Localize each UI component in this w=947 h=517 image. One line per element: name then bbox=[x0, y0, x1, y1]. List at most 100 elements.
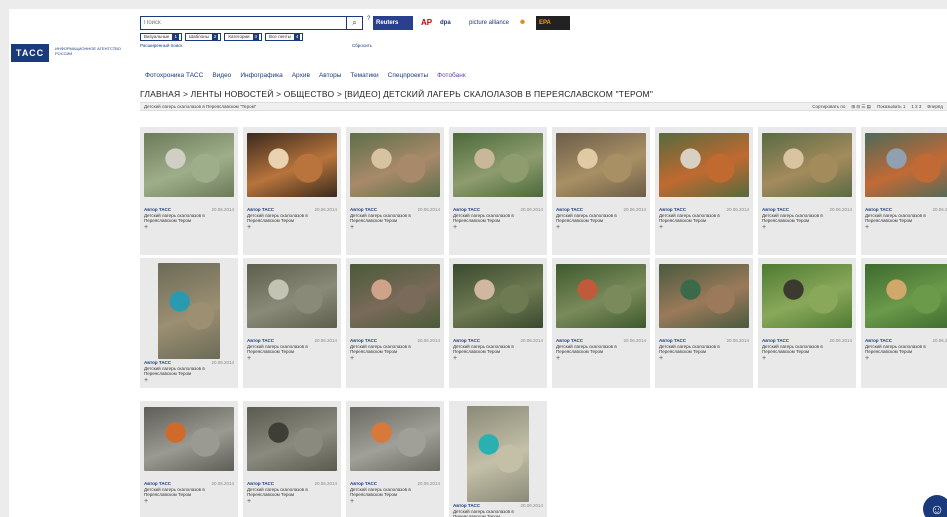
photo-card[interactable]: Автор ТАСС 20.06.2014 Детский лагерь скало… bbox=[243, 258, 341, 388]
add-to-lightbox-icon[interactable]: + bbox=[247, 355, 337, 361]
nav-item-authors[interactable]: Авторы bbox=[319, 72, 341, 79]
photo-author[interactable]: Автор ТАСС bbox=[247, 338, 274, 344]
per-page-select[interactable]: Показывать 1 bbox=[877, 104, 905, 110]
chat-icon[interactable]: ☺ bbox=[923, 495, 947, 517]
add-to-lightbox-icon[interactable]: + bbox=[350, 224, 440, 230]
photo-thumbnail[interactable] bbox=[865, 264, 947, 328]
filter-feeds[interactable]: Все ленты 4 bbox=[265, 32, 304, 41]
photo-author[interactable]: Автор ТАСС bbox=[247, 207, 274, 213]
view-mode-icons[interactable]: ⊞ ⊟ ☰ ▤ bbox=[851, 104, 871, 110]
add-to-lightbox-icon[interactable]: + bbox=[865, 224, 947, 230]
photo-author[interactable]: Автор ТАСС bbox=[762, 207, 789, 213]
partner-logo-picture-alliance[interactable]: picture alliance bbox=[466, 16, 512, 30]
add-to-lightbox-icon[interactable]: + bbox=[144, 377, 234, 383]
photo-thumbnail[interactable] bbox=[659, 133, 749, 197]
photo-author[interactable]: Автор ТАСС bbox=[350, 207, 377, 213]
add-to-lightbox-icon[interactable]: + bbox=[762, 355, 852, 361]
add-to-lightbox-icon[interactable]: + bbox=[556, 355, 646, 361]
photo-thumbnail[interactable] bbox=[453, 264, 543, 328]
add-to-lightbox-icon[interactable]: + bbox=[453, 224, 543, 230]
add-to-lightbox-icon[interactable]: + bbox=[762, 224, 852, 230]
photo-card[interactable]: Автор ТАСС 20.06.2014 Детский лагерь скало… bbox=[140, 401, 238, 517]
photo-author[interactable]: Автор ТАСС bbox=[144, 207, 171, 213]
photo-thumbnail[interactable] bbox=[350, 407, 440, 471]
photo-thumbnail[interactable] bbox=[467, 406, 529, 502]
photo-thumbnail[interactable] bbox=[247, 133, 337, 197]
photo-author[interactable]: Автор ТАСС bbox=[350, 481, 377, 487]
add-to-lightbox-icon[interactable]: + bbox=[659, 224, 749, 230]
tass-logo[interactable]: ТАСС bbox=[11, 44, 49, 62]
photo-author[interactable]: Автор ТАСС bbox=[453, 503, 480, 509]
photo-thumbnail[interactable] bbox=[556, 133, 646, 197]
add-to-lightbox-icon[interactable]: + bbox=[556, 224, 646, 230]
nav-item-topics[interactable]: Тематики bbox=[350, 72, 378, 79]
reset-filters-link[interactable]: Сбросить bbox=[352, 43, 372, 48]
photo-card[interactable]: Автор ТАСС 20.06.2014 Детский лагерь скало… bbox=[346, 258, 444, 388]
partner-logo-dpa[interactable]: dpa bbox=[437, 16, 461, 30]
photo-author[interactable]: Автор ТАСС bbox=[453, 207, 480, 213]
photo-card[interactable]: Автор ТАСС 20.06.2014 Детский лагерь скало… bbox=[449, 401, 547, 517]
photo-author[interactable]: Автор ТАСС bbox=[659, 207, 686, 213]
photo-author[interactable]: Автор ТАСС bbox=[350, 338, 377, 344]
photo-card[interactable]: Автор ТАСС 20.06.2014 Детский лагерь скало… bbox=[449, 258, 547, 388]
nav-item-specprojects[interactable]: Спецпроекты bbox=[388, 72, 428, 79]
add-to-lightbox-icon[interactable]: + bbox=[865, 355, 947, 361]
add-to-lightbox-icon[interactable]: + bbox=[144, 224, 234, 230]
photo-card[interactable]: Автор ТАСС 20.06.2014 Детский лагерь скало… bbox=[140, 127, 238, 255]
add-to-lightbox-icon[interactable]: + bbox=[350, 498, 440, 504]
photo-thumbnail[interactable] bbox=[144, 407, 234, 471]
partner-logo-epa[interactable]: EPA bbox=[536, 15, 570, 30]
help-icon[interactable]: ? bbox=[367, 16, 370, 22]
nav-item-photochronicle[interactable]: Фотохроника ТАСС bbox=[145, 72, 203, 79]
photo-card[interactable]: Автор ТАСС 20.06.2014 Детский лагерь скало… bbox=[758, 258, 856, 388]
photo-author[interactable]: Автор ТАСС bbox=[762, 338, 789, 344]
filter-templates[interactable]: Шаблоны 2 bbox=[184, 32, 222, 41]
add-to-lightbox-icon[interactable]: + bbox=[247, 498, 337, 504]
photo-card[interactable]: Автор ТАСС 20.06.2014 Детский лагерь скало… bbox=[243, 401, 341, 517]
photo-card[interactable]: Автор ТАСС 20.06.2014 Детский лагерь скало… bbox=[655, 258, 753, 388]
photo-card[interactable]: Автор ТАСС 20.06.2014 Детский лагерь скало… bbox=[758, 127, 856, 255]
search-button[interactable]: ⌕ bbox=[347, 16, 363, 30]
partner-logo-reuters[interactable]: Reuters bbox=[373, 15, 413, 30]
photo-thumbnail[interactable] bbox=[144, 133, 234, 197]
add-to-lightbox-icon[interactable]: + bbox=[659, 355, 749, 361]
breadcrumb[interactable]: ГЛАВНАЯ > ЛЕНТЫ НОВОСТЕЙ > ОБЩЕСТВО > [В… bbox=[140, 89, 940, 99]
add-to-lightbox-icon[interactable]: + bbox=[453, 355, 543, 361]
photo-card[interactable]: Автор ТАСС 20.06.2014 Детский лагерь скало… bbox=[861, 258, 947, 388]
filter-categories[interactable]: Категории 3 bbox=[224, 32, 263, 41]
partner-logo-ap[interactable]: AP bbox=[418, 16, 432, 30]
add-to-lightbox-icon[interactable]: + bbox=[247, 224, 337, 230]
photo-thumbnail[interactable] bbox=[247, 407, 337, 471]
photo-author[interactable]: Автор ТАСС bbox=[247, 481, 274, 487]
add-to-lightbox-icon[interactable]: + bbox=[350, 355, 440, 361]
nav-item-photobank[interactable]: Фотобанк bbox=[437, 72, 466, 79]
sort-dropdown[interactable]: Сортировать по bbox=[812, 104, 845, 110]
photo-author[interactable]: Автор ТАСС bbox=[144, 360, 171, 366]
photo-author[interactable]: Автор ТАСС bbox=[556, 338, 583, 344]
photo-thumbnail[interactable] bbox=[350, 133, 440, 197]
photo-thumbnail[interactable] bbox=[350, 264, 440, 328]
photo-thumbnail[interactable] bbox=[158, 263, 220, 359]
search-input[interactable] bbox=[140, 16, 347, 30]
photo-thumbnail[interactable] bbox=[762, 264, 852, 328]
photo-thumbnail[interactable] bbox=[556, 264, 646, 328]
photo-card[interactable]: Автор ТАСС 20.06.2014 Детский лагерь скало… bbox=[449, 127, 547, 255]
photo-card[interactable]: Автор ТАСС 20.06.2014 Детский лагерь скало… bbox=[861, 127, 947, 255]
photo-card[interactable]: Автор ТАСС 20.06.2014 Детский лагерь скало… bbox=[655, 127, 753, 255]
photo-card[interactable]: Автор ТАСС 20.06.2014 Детский лагерь скало… bbox=[346, 127, 444, 255]
nav-item-video[interactable]: Видео bbox=[212, 72, 231, 79]
add-to-lightbox-icon[interactable]: + bbox=[144, 498, 234, 504]
photo-thumbnail[interactable] bbox=[453, 133, 543, 197]
partner-logo-sun[interactable]: ✺ bbox=[517, 16, 531, 30]
photo-author[interactable]: Автор ТАСС bbox=[659, 338, 686, 344]
logo-block[interactable]: ТАСС ИНФОРМАЦИОННОЕ АГЕНТСТВО РОССИИ bbox=[11, 42, 131, 66]
photo-card[interactable]: Автор ТАСС 20.06.2014 Детский лагерь скало… bbox=[552, 258, 650, 388]
nav-item-archive[interactable]: Архив bbox=[292, 72, 310, 79]
photo-card[interactable]: Автор ТАСС 20.06.2014 Детский лагерь скало… bbox=[346, 401, 444, 517]
photo-thumbnail[interactable] bbox=[762, 133, 852, 197]
filter-visual[interactable]: Визуальные 1 bbox=[140, 32, 182, 41]
photo-author[interactable]: Автор ТАСС bbox=[865, 207, 892, 213]
photo-card[interactable]: Автор ТАСС 20.06.2014 Детский лагерь скало… bbox=[243, 127, 341, 255]
photo-card[interactable]: Автор ТАСС 20.06.2014 Детский лагерь скало… bbox=[140, 258, 238, 388]
photo-author[interactable]: Автор ТАСС bbox=[556, 207, 583, 213]
